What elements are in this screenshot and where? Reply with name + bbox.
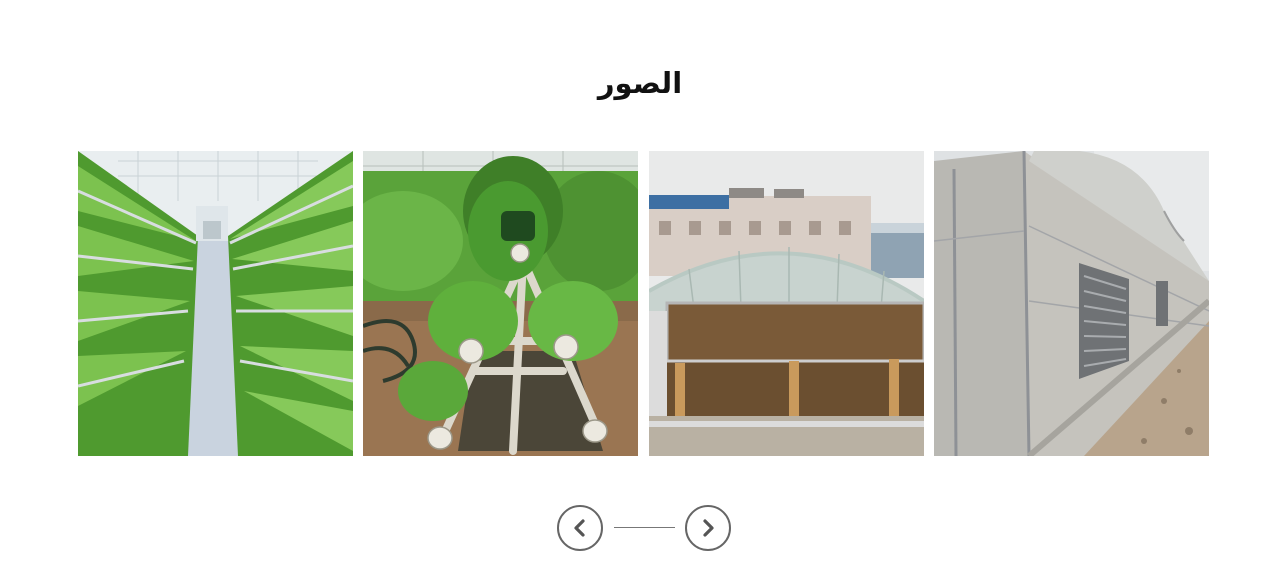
chevron-right-icon <box>703 519 714 537</box>
gallery-section: الصور <box>0 0 1280 563</box>
gallery-image-2[interactable] <box>363 151 638 456</box>
section-title: الصور <box>597 66 683 100</box>
hydroponic-lettuce-greenhouse-photo <box>78 151 353 456</box>
vertical-hydroponic-celery-photo <box>363 151 638 456</box>
polycarbonate-greenhouse-exterior-photo <box>934 151 1209 456</box>
next-button[interactable] <box>685 505 731 551</box>
gallery-image-4[interactable] <box>934 151 1209 456</box>
carousel-navigation <box>557 505 731 551</box>
prev-button[interactable] <box>557 505 603 551</box>
greenhouse-cooling-pad-photo <box>649 151 924 456</box>
chevron-left-icon <box>574 519 585 537</box>
gallery-image-1[interactable] <box>78 151 353 456</box>
photo-gallery <box>78 151 1209 456</box>
gallery-image-3[interactable] <box>649 151 924 456</box>
nav-divider <box>614 527 675 528</box>
